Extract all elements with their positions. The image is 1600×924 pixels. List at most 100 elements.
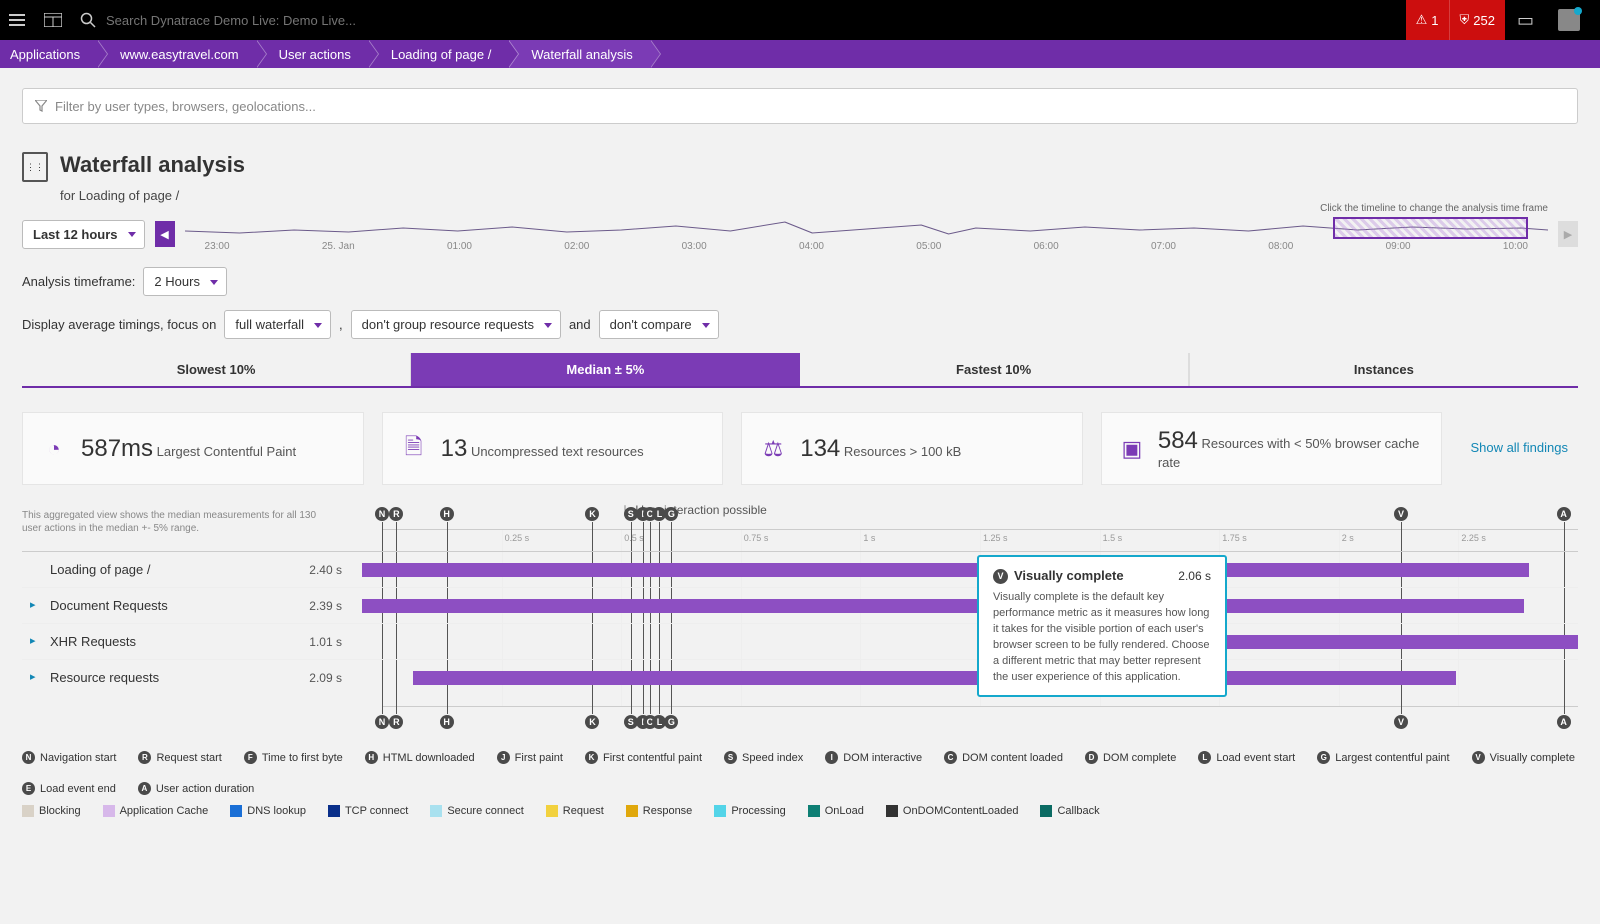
card-value: 587ms: [81, 435, 153, 462]
crumb-applications[interactable]: Applications: [0, 40, 98, 68]
tooltip-body: Visually complete is the default key per…: [993, 590, 1211, 686]
focus-dropdown[interactable]: full waterfall: [224, 310, 331, 339]
card-icon: 🗎: [401, 430, 427, 468]
crumb-waterfall[interactable]: Waterfall analysis: [509, 40, 650, 68]
card-icon: ⚖: [760, 436, 786, 462]
legend-color-processing: Processing: [714, 805, 785, 817]
group-dropdown[interactable]: don't group resource requests: [351, 310, 561, 339]
timeline-next[interactable]: ▶: [1558, 221, 1578, 247]
timeline-selection[interactable]: [1333, 217, 1528, 239]
show-all-findings[interactable]: Show all findings: [1460, 435, 1578, 461]
legend-marker-H: HHTML downloaded: [365, 751, 475, 764]
legend-color-onload: OnLoad: [808, 805, 864, 817]
legend-marker-E: ELoad event end: [22, 782, 116, 795]
topbar: ⚠1 ⛨252 ▭: [0, 0, 1600, 40]
legend-color-blocking: Blocking: [22, 805, 81, 817]
row-label: XHR Requests: [50, 634, 136, 649]
search-icon: [80, 12, 96, 28]
crumb-loading-page[interactable]: Loading of page /: [369, 40, 509, 68]
finding-card-2[interactable]: ⚖ 134 Resources > 100 kB: [741, 412, 1083, 485]
timeline-sparkline[interactable]: Click the timeline to change the analysi…: [185, 217, 1548, 251]
tooltip-marker-icon: V: [993, 569, 1008, 584]
legend-color-request: Request: [546, 805, 604, 817]
user-menu[interactable]: [1546, 9, 1592, 31]
chat-icon[interactable]: ▭: [1505, 10, 1546, 31]
card-label: Uncompressed text resources: [471, 444, 644, 459]
finding-card-0[interactable]: ◔587ms Largest Contentful Paint: [22, 412, 364, 485]
card-value: 134: [800, 435, 840, 462]
crumb-app-name[interactable]: www.easytravel.com: [98, 40, 256, 68]
legend-color-dns-lookup: DNS lookup: [230, 805, 306, 817]
legend-color-application-cache: Application Cache: [103, 805, 209, 817]
row-label: Loading of page /: [50, 562, 150, 577]
page-title: Waterfall analysis: [60, 152, 245, 178]
row-value: 2.09 s: [302, 671, 362, 685]
finding-card-3[interactable]: ▣584 Resources with < 50% browser cache …: [1101, 412, 1443, 485]
waterfall-chart: This aggregated view shows the median me…: [22, 509, 1578, 707]
breadcrumb: Applications www.easytravel.com User act…: [0, 40, 1600, 68]
legend-marker-J: JFirst paint: [497, 751, 563, 764]
legend-marker-V: VVisually complete: [1472, 751, 1575, 764]
legend-marker-A: AUser action duration: [138, 782, 254, 795]
tab-fastest-10-[interactable]: Fastest 10%: [800, 353, 1189, 386]
compare-dropdown[interactable]: don't compare: [599, 310, 719, 339]
crumb-user-actions[interactable]: User actions: [257, 40, 369, 68]
card-value: 584: [1158, 427, 1198, 454]
row-value: 2.40 s: [302, 563, 362, 577]
menu-button[interactable]: [8, 11, 26, 29]
waterfall-row[interactable]: ▸ XHR Requests 1.01 s: [22, 623, 1578, 659]
waterfall-page-icon: ⋮⋮: [22, 152, 48, 182]
card-label: Resources > 100 kB: [844, 444, 961, 459]
chevron-right-icon[interactable]: ▸: [30, 598, 36, 611]
legend-color-callback: Callback: [1040, 805, 1099, 817]
shield-icon: ⛨: [1460, 12, 1470, 28]
analysis-tf-label: Analysis timeframe:: [22, 274, 135, 289]
row-label: Document Requests: [50, 598, 168, 613]
waterfall-row[interactable]: ▸ Document Requests 2.39 s: [22, 587, 1578, 623]
card-value: 13: [441, 435, 468, 462]
dashboard-icon[interactable]: [44, 11, 62, 29]
tab-slowest-10-[interactable]: Slowest 10%: [22, 353, 411, 386]
legend-marker-R: RRequest start: [138, 751, 221, 764]
display-prefix: Display average timings, focus on: [22, 317, 216, 332]
legend-marker-D: DDOM complete: [1085, 751, 1176, 764]
visually-complete-tooltip: V Visually complete 2.06 s Visually comp…: [977, 555, 1227, 697]
chevron-right-icon[interactable]: ▸: [30, 670, 36, 683]
shield-count: 252: [1473, 13, 1495, 28]
page-subtitle: for Loading of page /: [60, 188, 1578, 203]
timeline-hint: Click the timeline to change the analysi…: [1320, 203, 1548, 214]
finding-card-1[interactable]: 🗎 13 Uncompressed text resources: [382, 412, 724, 485]
card-label: Largest Contentful Paint: [157, 444, 296, 459]
waterfall-row: Loading of page / 2.40 s: [22, 551, 1578, 587]
analysis-tf-dropdown[interactable]: 2 Hours: [143, 267, 227, 296]
waterfall-row[interactable]: ▸ Resource requests 2.09 s: [22, 659, 1578, 695]
alert-count: 1: [1431, 13, 1438, 28]
tab-median-5-[interactable]: Median ± 5%: [411, 353, 799, 386]
waterfall-bar: [362, 563, 1529, 577]
timeframe-dropdown[interactable]: Last 12 hours: [22, 220, 145, 249]
chevron-right-icon[interactable]: ▸: [30, 634, 36, 647]
legend-marker-L: LLoad event start: [1198, 751, 1295, 764]
legend-marker-F: FTime to first byte: [244, 751, 343, 764]
waterfall-tabs: Slowest 10%Median ± 5%Fastest 10%Instanc…: [22, 353, 1578, 388]
security-badge[interactable]: ⛨252: [1449, 0, 1505, 40]
legend-marker-I: IDOM interactive: [825, 751, 922, 764]
row-label: Resource requests: [50, 670, 159, 685]
filter-placeholder: Filter by user types, browsers, geolocat…: [55, 99, 316, 114]
filter-icon: [35, 100, 47, 112]
timeline-prev[interactable]: ◀: [155, 221, 175, 247]
tab-instances[interactable]: Instances: [1189, 353, 1578, 386]
problems-badge[interactable]: ⚠1: [1406, 0, 1449, 40]
search-input[interactable]: [106, 13, 366, 28]
legend-marker-G: GLargest contentful paint: [1317, 751, 1449, 764]
search-box[interactable]: [80, 12, 366, 28]
legend-marker-C: CDOM content loaded: [944, 751, 1063, 764]
card-icon: ▣: [1120, 436, 1144, 462]
row-value: 2.39 s: [302, 599, 362, 613]
waterfall-bar: [362, 599, 1524, 613]
filter-bar[interactable]: Filter by user types, browsers, geolocat…: [22, 88, 1578, 124]
row-value: 1.01 s: [302, 635, 362, 649]
legend-marker-K: KFirst contentful paint: [585, 751, 702, 764]
legend-color-tcp-connect: TCP connect: [328, 805, 408, 817]
alert-icon: ⚠: [1416, 12, 1428, 28]
